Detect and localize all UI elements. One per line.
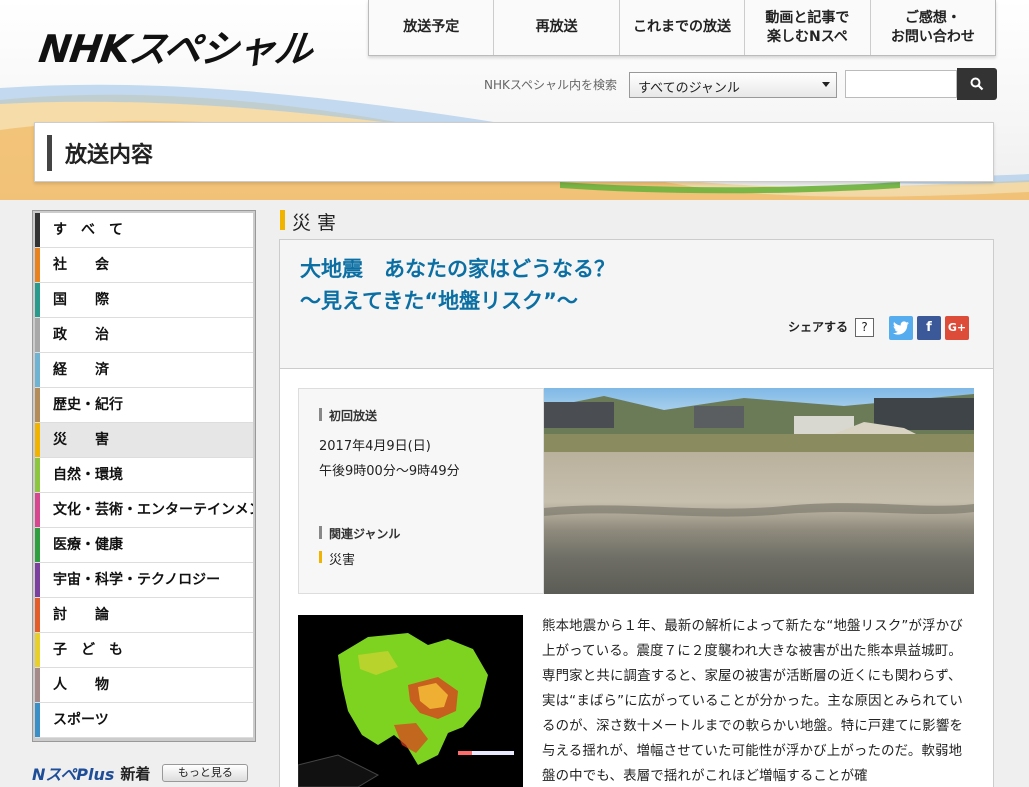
sidebar-item[interactable]: 政 治 — [35, 318, 253, 353]
sidebar-item[interactable]: 文化・芸術・エンターテインメント — [35, 493, 253, 528]
title-accent-bar — [47, 135, 52, 171]
sidebar-item[interactable]: 経 済 — [35, 353, 253, 388]
broadcast-info-card: 初回放送 2017年4月9日(日) 午後9時00分～9時49分 関連ジャンル 災… — [298, 388, 544, 594]
nav-rerun[interactable]: 再放送 — [493, 0, 618, 55]
sidebar-item[interactable]: 子 ど も — [35, 633, 253, 668]
related-genre-label: 関連ジャンル — [319, 525, 400, 542]
sidebar-item-color-bar — [35, 493, 40, 527]
sidebar-item-color-bar — [35, 458, 40, 492]
category-label: 災害 — [292, 212, 343, 234]
sidebar-item[interactable]: 宇宙・科学・テクノロジー — [35, 563, 253, 598]
sidebar-item-label: 自然・環境 — [53, 467, 123, 483]
nav-feedback-contact[interactable]: ご感想・ お問い合わせ — [869, 0, 995, 55]
sidebar-item-label: す べ て — [53, 222, 123, 238]
sidebar-item-color-bar — [35, 598, 40, 632]
sidebar-item[interactable]: 国 際 — [35, 283, 253, 318]
sidebar-item[interactable]: 医療・健康 — [35, 528, 253, 563]
nsp-plus-section: NスペPlus 新着 もっと見る — [32, 760, 249, 786]
sidebar-item-color-bar — [35, 213, 40, 247]
facebook-share-button[interactable]: f — [917, 316, 941, 340]
sidebar-item-color-bar — [35, 423, 40, 457]
page-title-bar: 放送内容 — [34, 122, 994, 182]
sidebar-item-label: 歴史・紀行 — [53, 397, 123, 413]
genre-select-value: すべてのジャンル — [638, 81, 740, 96]
top-navigation: 放送予定 再放送 これまでの放送 動画と記事で 楽しむNスペ ご感想・ お問い合… — [368, 0, 996, 56]
search-button[interactable] — [957, 68, 997, 100]
page-title: 放送内容 — [65, 143, 154, 168]
sidebar-item-label: スポーツ — [53, 712, 109, 728]
sidebar-item-color-bar — [35, 528, 40, 562]
article-body-text: 熊本地震から１年、最新の解析によって新たな“地盤リスク”が浮かび上がっている。震… — [542, 619, 964, 784]
sidebar-item[interactable]: 討 論 — [35, 598, 253, 633]
sidebar-item[interactable]: 災 害 — [35, 423, 253, 458]
share-help-button[interactable]: ? — [855, 318, 874, 337]
sidebar-item-label: 子 ど も — [53, 642, 123, 658]
facebook-f-icon: f — [926, 320, 932, 335]
sidebar-item[interactable]: 社 会 — [35, 248, 253, 283]
sidebar-item-color-bar — [35, 563, 40, 597]
sidebar-item[interactable]: 自然・環境 — [35, 458, 253, 493]
sidebar-item-color-bar — [35, 248, 40, 282]
sidebar-item-label: 災 害 — [53, 432, 109, 448]
broadcast-date: 2017年4月9日(日) — [319, 439, 431, 454]
twitter-share-button[interactable] — [889, 316, 913, 340]
category-accent-bar — [280, 210, 285, 230]
nav-schedule[interactable]: 放送予定 — [369, 0, 493, 55]
article-title: 大地震 あなたの家はどうなる？ ～見えてきた“地盤リスク”～ — [300, 257, 615, 313]
google-plus-share-button[interactable]: G+ — [945, 316, 969, 340]
sidebar-item-color-bar — [35, 668, 40, 702]
share-label: シェアする — [788, 320, 849, 334]
sidebar-item[interactable]: す べ て — [35, 213, 253, 248]
site-header: NHKスペシャル 放送予定 再放送 これまでの放送 動画と記事で 楽しむNスペ … — [0, 0, 1029, 200]
nhk-special-logo[interactable]: NHKスペシャル — [36, 18, 316, 71]
sidebar-item-label: 医療・健康 — [53, 537, 123, 553]
nav-videos-articles[interactable]: 動画と記事で 楽しむNスペ — [744, 0, 869, 55]
photo-image — [544, 388, 974, 594]
sidebar-item-color-bar — [35, 353, 40, 387]
sidebar-item[interactable]: 歴史・紀行 — [35, 388, 253, 423]
dropdown-arrow-icon — [822, 82, 830, 87]
related-genre-link[interactable]: 災害 — [319, 549, 355, 568]
search-icon — [970, 77, 984, 91]
ground-excavation-photo — [544, 388, 974, 594]
sidebar-item-label: 国 際 — [53, 292, 109, 308]
twitter-bird-icon — [893, 321, 909, 335]
search-label: NHKスペシャル内を検索 — [484, 78, 618, 92]
sidebar-item-label: 討 論 — [53, 607, 109, 623]
genre-select[interactable]: すべてのジャンル — [629, 72, 837, 98]
sidebar-item-label: 宇宙・科学・テクノロジー — [53, 572, 221, 588]
sidebar-item-label: 政 治 — [53, 327, 109, 343]
map-graphic — [298, 615, 523, 787]
first-broadcast-label: 初回放送 — [319, 407, 377, 424]
sidebar-item[interactable]: スポーツ — [35, 703, 253, 738]
broadcast-time: 午後9時00分～9時49分 — [319, 464, 460, 479]
sidebar-item-color-bar — [35, 703, 40, 737]
sidebar-item-label: 経 済 — [53, 362, 109, 378]
sidebar-item[interactable]: 人 物 — [35, 668, 253, 703]
sidebar-item-color-bar — [35, 283, 40, 317]
sidebar-item-color-bar — [35, 633, 40, 667]
nsp-plus-logo[interactable]: NスペPlus — [32, 761, 114, 785]
sidebar-item-label: 社 会 — [53, 257, 109, 273]
more-button[interactable]: もっと見る — [162, 764, 249, 782]
sidebar-item-color-bar — [35, 318, 40, 352]
nav-past-broadcasts[interactable]: これまでの放送 — [618, 0, 744, 55]
article-header: 大地震 あなたの家はどうなる？ ～見えてきた“地盤リスク”～ シェアする ? f… — [279, 239, 994, 369]
sidebar-item-label: 文化・芸術・エンターテインメント — [53, 502, 253, 518]
search-input[interactable] — [845, 70, 957, 98]
genre-sidebar: す べ て社 会国 際政 治経 済歴史・紀行災 害自然・環境文化・芸術・エンター… — [32, 210, 256, 742]
ground-risk-map-image — [298, 615, 523, 787]
nsp-plus-new-label: 新着 — [120, 764, 151, 783]
google-plus-icon: G+ — [947, 321, 967, 334]
sidebar-item-color-bar — [35, 388, 40, 422]
sidebar-item-label: 人 物 — [53, 677, 109, 693]
